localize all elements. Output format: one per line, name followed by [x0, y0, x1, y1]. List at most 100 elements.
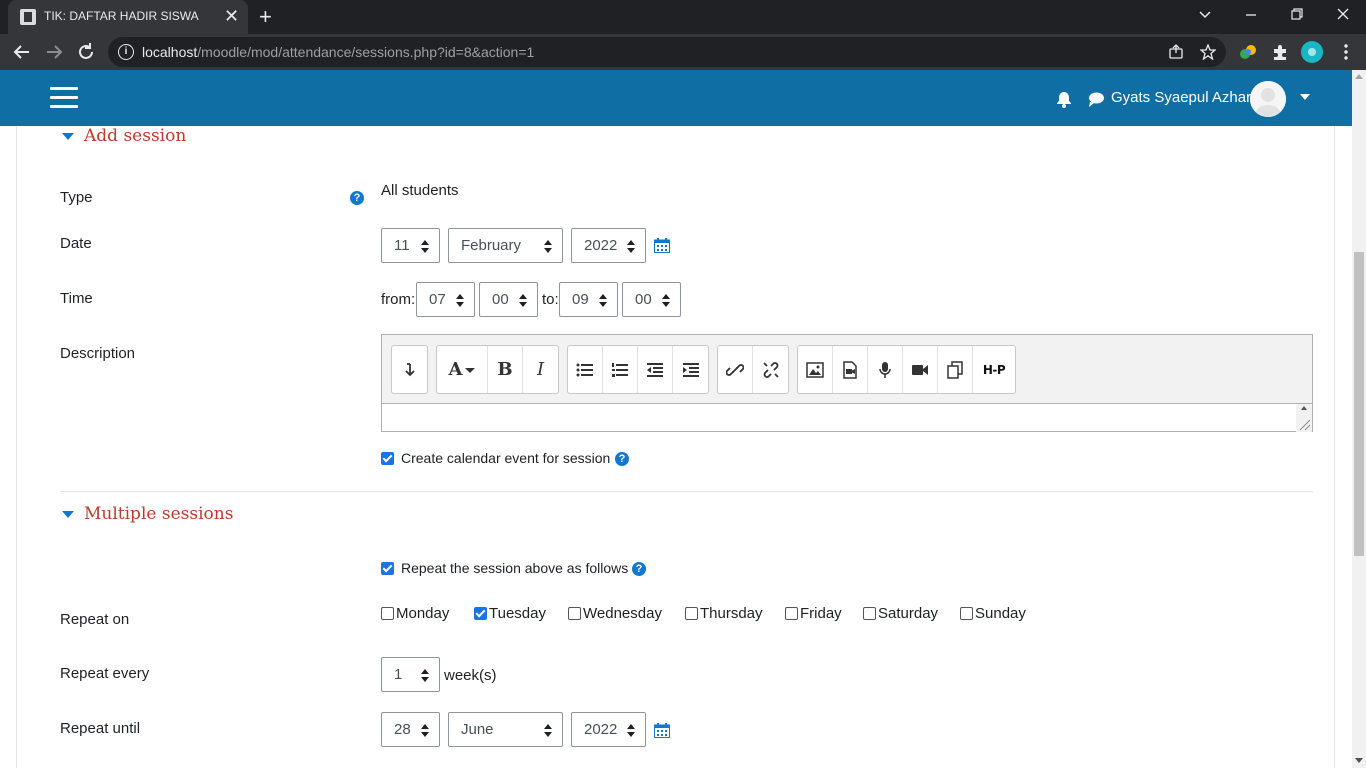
unordered-list-icon[interactable] [568, 346, 603, 393]
browser-menu-icon[interactable] [1336, 42, 1356, 62]
from-label: from: [381, 291, 416, 308]
restore-icon[interactable] [1289, 4, 1305, 26]
scroll-thumb[interactable] [1354, 252, 1364, 556]
editor-group-links [717, 345, 789, 394]
repeat-session-label: Repeat the session above as follows [401, 560, 629, 576]
messages-chat-icon[interactable] [1087, 90, 1105, 108]
date-calendar-icon[interactable] [654, 238, 670, 253]
textarea-resize-handle[interactable] [1296, 404, 1312, 432]
insert-media-icon[interactable] [833, 346, 868, 393]
user-menu-caret-icon[interactable] [1300, 94, 1310, 100]
description-textarea[interactable] [382, 403, 1312, 432]
browser-titlebar: TIK: DAFTAR HADIR SISWA ✕ + [0, 0, 1366, 34]
site-info-icon[interactable]: i [118, 44, 134, 60]
day-checkbox-sunday[interactable] [960, 607, 973, 620]
day-checkbox-tuesday[interactable] [474, 607, 487, 620]
minimize-icon[interactable] [1243, 4, 1259, 26]
day-label-saturday: Saturday [878, 605, 939, 622]
day-label-monday: Monday [396, 605, 450, 622]
record-video-icon[interactable] [903, 346, 938, 393]
until-day-select[interactable]: 28 [381, 712, 440, 747]
scroll-up-arrow-icon[interactable] [1355, 74, 1363, 79]
add-session-title: Add session [84, 126, 187, 146]
from-hour-select[interactable]: 07 [416, 282, 475, 317]
editor-group-expand [391, 345, 428, 394]
until-calendar-icon[interactable] [654, 723, 670, 738]
back-arrow-icon[interactable] [11, 41, 33, 63]
repeat-every-unit: week(s) [444, 667, 497, 684]
share-icon[interactable] [1168, 44, 1184, 60]
editor-group-media: H-P [797, 345, 1016, 394]
until-month-select[interactable]: June [448, 712, 563, 747]
description-editor: A B I H-P [381, 334, 1313, 432]
close-window-icon[interactable] [1335, 4, 1351, 26]
manage-files-icon[interactable] [938, 346, 973, 393]
to-label: to: [542, 291, 559, 308]
day-checkbox-friday[interactable] [785, 607, 798, 620]
moodle-navbar: Gyats Syaepul Azhar [0, 70, 1352, 126]
tab-search-chevron-icon[interactable] [1197, 4, 1213, 26]
to-hour-select[interactable]: 09 [559, 282, 618, 317]
add-session-header[interactable]: Add session [62, 124, 186, 148]
new-tab-button[interactable]: + [259, 3, 272, 31]
until-year-select[interactable]: 2022 [571, 712, 646, 747]
user-name[interactable]: Gyats Syaepul Azhar [1111, 89, 1251, 106]
page-content-card [16, 126, 1335, 768]
scroll-down-arrow-icon[interactable] [1355, 758, 1363, 763]
date-day-select[interactable]: 11 [381, 228, 440, 263]
expand-toolbar-icon[interactable] [392, 346, 427, 393]
extension-colorful-icon[interactable] [1238, 42, 1258, 62]
address-bar[interactable]: i localhost/moodle/mod/attendance/sessio… [108, 37, 1226, 67]
date-label: Date [60, 235, 92, 252]
day-checkbox-monday[interactable] [381, 607, 394, 620]
profile-avatar-icon[interactable] [1301, 41, 1323, 63]
type-value: All students [381, 182, 459, 199]
day-label-tuesday: Tuesday [489, 605, 546, 622]
bold-icon[interactable]: B [488, 346, 523, 393]
browser-toolbar: i localhost/moodle/mod/attendance/sessio… [0, 34, 1366, 70]
type-help-icon[interactable]: ? [350, 191, 364, 205]
moodle-favicon-icon [20, 9, 36, 25]
forward-arrow-icon[interactable] [43, 41, 65, 63]
from-minute-select[interactable]: 00 [479, 282, 538, 317]
reload-icon[interactable] [75, 41, 97, 63]
h5p-icon[interactable]: H-P [973, 346, 1015, 393]
unlink-icon[interactable] [753, 346, 788, 393]
extensions-puzzle-icon[interactable] [1270, 42, 1290, 62]
day-checkbox-thursday[interactable] [685, 607, 698, 620]
italic-icon[interactable]: I [523, 346, 558, 393]
hamburger-menu-icon[interactable] [50, 87, 78, 109]
calendar-event-help-icon[interactable]: ? [615, 452, 629, 466]
day-label-friday: Friday [800, 605, 842, 622]
font-style-icon[interactable]: A [437, 346, 488, 393]
multiple-sessions-header[interactable]: Multiple sessions [62, 502, 233, 526]
multiple-sessions-title: Multiple sessions [84, 504, 234, 524]
link-icon[interactable] [718, 346, 753, 393]
repeat-every-select[interactable]: 1 [381, 657, 440, 692]
indent-icon[interactable] [673, 346, 708, 393]
insert-image-icon[interactable] [798, 346, 833, 393]
record-audio-icon[interactable] [868, 346, 903, 393]
browser-tab[interactable]: TIK: DAFTAR HADIR SISWA ✕ [8, 0, 248, 34]
url-text: localhost/moodle/mod/attendance/sessions… [142, 44, 535, 60]
bookmark-star-icon[interactable] [1199, 43, 1217, 61]
time-label: Time [60, 290, 93, 307]
day-checkbox-saturday[interactable] [863, 607, 876, 620]
to-minute-select[interactable]: 00 [622, 282, 681, 317]
repeat-until-label: Repeat until [60, 720, 141, 737]
repeat-session-checkbox[interactable] [381, 562, 394, 575]
page-scrollbar[interactable] [1352, 70, 1366, 768]
calendar-event-checkbox[interactable] [381, 452, 394, 465]
editor-group-format: A B I [436, 345, 559, 394]
day-checkbox-wednesday[interactable] [568, 607, 581, 620]
tab-close-icon[interactable]: ✕ [224, 6, 239, 26]
outdent-icon[interactable] [638, 346, 673, 393]
user-avatar[interactable] [1250, 81, 1286, 117]
repeat-session-help-icon[interactable]: ? [632, 562, 646, 576]
date-year-select[interactable]: 2022 [571, 228, 646, 263]
repeat-every-label: Repeat every [60, 665, 150, 682]
collapse-caret-icon [62, 510, 74, 518]
date-month-select[interactable]: February [448, 228, 563, 263]
ordered-list-icon[interactable] [603, 346, 638, 393]
notification-bell-icon[interactable] [1055, 90, 1073, 108]
